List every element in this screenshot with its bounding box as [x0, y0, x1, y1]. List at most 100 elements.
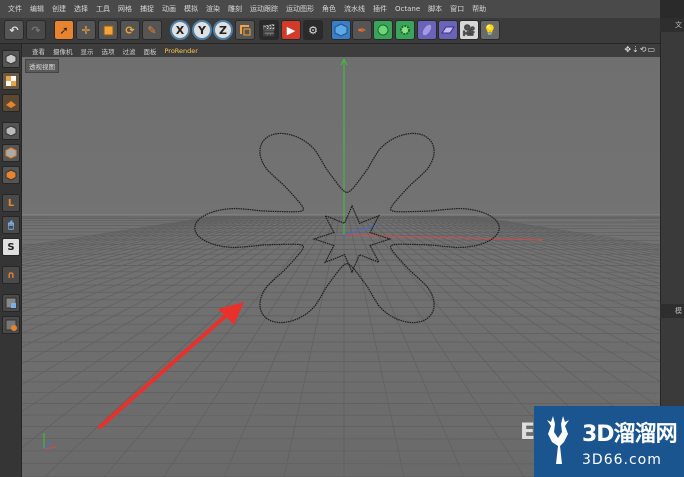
- checker-icon: [6, 76, 16, 86]
- light-button[interactable]: 💡: [480, 20, 500, 40]
- lock-grid-icon: [5, 297, 17, 309]
- menu-help[interactable]: 帮助: [468, 4, 490, 14]
- cursor-arrow-icon: ➚: [59, 23, 69, 37]
- edges-mode-button[interactable]: [2, 144, 20, 162]
- attributes-tab[interactable]: 模: [660, 304, 684, 318]
- edges-cube-icon: [5, 147, 17, 159]
- viewport-menu-cameras[interactable]: 摄像机: [49, 46, 77, 56]
- editable-cube-icon: [5, 53, 17, 65]
- menu-mesh[interactable]: 网格: [114, 4, 136, 14]
- y-axis-lock-button[interactable]: Y: [192, 20, 212, 40]
- tweak-mode-button[interactable]: 🖱: [2, 216, 20, 234]
- magnet-button[interactable]: ∩: [2, 266, 20, 284]
- scale-cube-icon: [103, 25, 114, 36]
- render-settings-button[interactable]: ⚙: [303, 20, 323, 40]
- menu-tools[interactable]: 工具: [92, 4, 114, 14]
- rotate-tool-button[interactable]: ⟳: [120, 20, 140, 40]
- camera-button[interactable]: 🎥: [459, 20, 479, 40]
- viewport-menu-filter[interactable]: 过滤: [119, 46, 140, 56]
- make-editable-button[interactable]: [2, 50, 20, 68]
- brush-icon: ✎: [147, 23, 157, 37]
- grid-line-horizontal: [22, 225, 660, 227]
- menu-file[interactable]: 文件: [4, 4, 26, 14]
- undo-button[interactable]: ↶: [4, 20, 24, 40]
- watermark-text: 3D溜溜网 3D66.com: [582, 416, 678, 468]
- coordinate-system-button[interactable]: [235, 20, 255, 40]
- menu-select[interactable]: 选择: [70, 4, 92, 14]
- move-tool-button[interactable]: ✛: [76, 20, 96, 40]
- workplane-icon: [6, 101, 16, 108]
- maximize-icon[interactable]: ▭: [647, 45, 656, 54]
- render-view-button[interactable]: 🎬: [259, 20, 279, 40]
- watermark-domain: 3D66.com: [582, 451, 662, 468]
- menu-script[interactable]: 脚本: [424, 4, 446, 14]
- points-mode-button[interactable]: [2, 122, 20, 140]
- menu-edit[interactable]: 编辑: [26, 4, 48, 14]
- menu-pipeline[interactable]: 流水线: [340, 4, 369, 14]
- grid-line-horizontal: [22, 351, 660, 353]
- redo-icon: ↷: [31, 23, 41, 37]
- menu-simulate[interactable]: 模拟: [180, 4, 202, 14]
- subdivision-surface-button[interactable]: [373, 20, 393, 40]
- undo-icon: ↶: [9, 23, 19, 37]
- object-manager-tab[interactable]: 文: [660, 18, 684, 32]
- polygons-cube-icon: [5, 169, 17, 181]
- snap-button[interactable]: S: [2, 238, 20, 256]
- pen-icon: ✒: [357, 23, 367, 37]
- menu-motion-tracking[interactable]: 运动跟踪: [246, 4, 282, 14]
- grid-line-horizontal: [22, 220, 660, 222]
- grid-line-horizontal: [22, 216, 660, 218]
- workplane-button[interactable]: [2, 94, 20, 112]
- pan-icon[interactable]: ✥: [624, 45, 632, 54]
- viewport-menu-display[interactable]: 显示: [77, 46, 98, 56]
- magnet-icon: ∩: [6, 269, 16, 281]
- viewport-label: 透视视图: [25, 59, 59, 73]
- spline-pen-button[interactable]: ✒: [352, 20, 372, 40]
- menu-snap[interactable]: 捕捉: [136, 4, 158, 14]
- grid-line-horizontal: [22, 284, 660, 286]
- grid-line-horizontal: [22, 392, 660, 394]
- move-cross-icon: ✛: [81, 23, 91, 37]
- menu-window[interactable]: 窗口: [446, 4, 468, 14]
- menu-animate[interactable]: 动画: [158, 4, 180, 14]
- viewport-menu-options[interactable]: 选项: [98, 46, 119, 56]
- snap-s-icon: S: [7, 241, 15, 253]
- deformer-icon: [422, 24, 432, 36]
- mouse-icon: 🖱: [8, 219, 14, 231]
- live-select-button[interactable]: ➚: [54, 20, 74, 40]
- l-axis-icon: L: [7, 197, 15, 209]
- menu-character[interactable]: 角色: [318, 4, 340, 14]
- zoom-icon[interactable]: ⇣: [632, 45, 640, 54]
- grid-line-horizontal: [22, 299, 660, 301]
- menu-mograph[interactable]: 运动图形: [282, 4, 318, 14]
- menu-plugins[interactable]: 插件: [369, 4, 391, 14]
- grid-line-horizontal: [22, 371, 660, 373]
- render-to-picture-viewer-button[interactable]: ▶: [281, 20, 301, 40]
- viewport-menu-prorender[interactable]: ProRender: [161, 47, 202, 55]
- menu-create[interactable]: 创建: [48, 4, 70, 14]
- points-cube-icon: [5, 125, 17, 137]
- viewport-nav-controls[interactable]: ✥⇣⟲▭: [624, 45, 656, 54]
- redo-button[interactable]: ↷: [26, 20, 46, 40]
- scale-tool-button[interactable]: [98, 20, 118, 40]
- polygons-mode-button[interactable]: [2, 166, 20, 184]
- lock-workplane-button[interactable]: [2, 294, 20, 312]
- deformer-button[interactable]: [417, 20, 437, 40]
- menu-sculpt[interactable]: 雕刻: [224, 4, 246, 14]
- cloner-button[interactable]: [395, 20, 415, 40]
- menu-render[interactable]: 渲染: [202, 4, 224, 14]
- z-axis-lock-button[interactable]: Z: [213, 20, 233, 40]
- viewport-menu-panel[interactable]: 面板: [140, 46, 161, 56]
- viewport-menu-view[interactable]: 查看: [28, 46, 49, 56]
- watermark-badge: 3D溜溜网 3D66.com: [534, 406, 684, 477]
- menu-octane[interactable]: Octane: [391, 5, 424, 13]
- grid-line-horizontal: [22, 332, 660, 334]
- cube-object-button[interactable]: [331, 20, 351, 40]
- planar-workplane-button[interactable]: [2, 316, 20, 334]
- texture-mode-button[interactable]: [2, 72, 20, 90]
- clapper-icon: 🎬: [262, 23, 276, 37]
- x-axis-lock-button[interactable]: X: [170, 20, 190, 40]
- floor-button[interactable]: [438, 20, 458, 40]
- axis-mode-button[interactable]: L: [2, 194, 20, 212]
- recent-tool-button[interactable]: ✎: [142, 20, 162, 40]
